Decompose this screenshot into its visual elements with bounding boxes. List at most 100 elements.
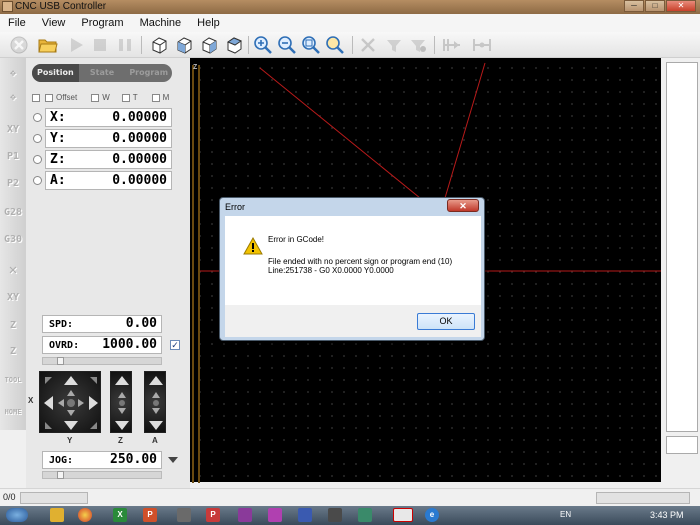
language-indicator[interactable]: EN (560, 510, 571, 519)
cube-view-1-icon[interactable] (149, 35, 169, 55)
offset-row: Offset W T M (32, 93, 182, 105)
rail-goto-xy[interactable]: XY (2, 120, 24, 140)
explorer-icon[interactable] (50, 508, 64, 522)
tool-3-icon[interactable] (408, 35, 428, 55)
program-list[interactable] (666, 62, 698, 432)
rail-zero-xy[interactable]: XY (2, 288, 24, 308)
rail-goto-p1[interactable]: P1 (2, 147, 24, 167)
axis-z-radio[interactable] (33, 155, 42, 164)
rail-goto-g30[interactable]: G30 (2, 230, 24, 250)
minimize-button[interactable]: ─ (624, 0, 644, 12)
offset-check-a[interactable] (32, 93, 43, 105)
menu-view[interactable]: View (34, 17, 74, 29)
rail-zero-z[interactable]: Z (2, 316, 24, 336)
menu-machine[interactable]: Machine (132, 17, 190, 29)
zoom-window-icon[interactable] (325, 35, 345, 55)
tool-1-icon[interactable] (358, 35, 378, 55)
jog-dropdown-icon[interactable] (168, 455, 178, 467)
tab-program[interactable]: Program (125, 64, 172, 82)
powerpoint-icon[interactable]: P (143, 508, 157, 522)
status-text: 0/0 (3, 492, 16, 502)
jog-slider[interactable] (42, 471, 162, 479)
toolbar-separator (248, 36, 249, 54)
jog-z-pad[interactable] (110, 371, 132, 433)
right-input[interactable] (666, 436, 698, 454)
tool-2-icon[interactable] (384, 35, 404, 55)
ovrd-checkbox[interactable]: ✓ (170, 340, 180, 350)
m-checkbox[interactable]: M (151, 93, 169, 105)
rail-arrows-icon[interactable]: ✥ (2, 64, 24, 84)
grid-2-icon[interactable] (472, 35, 492, 55)
menu-program[interactable]: Program (73, 17, 131, 29)
axis-z-display[interactable]: Z: 0.00000 (45, 150, 172, 169)
axis-x-label: X: (50, 110, 66, 125)
axis-x-display[interactable]: X: 0.00000 (45, 108, 172, 127)
app-icon (2, 1, 13, 12)
zoom-out-icon[interactable] (277, 35, 297, 55)
rail-goto-g28[interactable]: G28 (2, 203, 24, 223)
title-bar: CNC USB Controller ─ □ ✕ (0, 0, 700, 14)
pdf-icon[interactable]: P (206, 508, 220, 522)
axis-row-y: Y: 0.00000 (30, 129, 174, 149)
cube-view-2-icon[interactable] (174, 35, 194, 55)
jog-xy-arrows-icon (44, 376, 98, 430)
chrome-icon[interactable] (78, 508, 92, 522)
rail-home[interactable]: HOME (2, 402, 24, 422)
ie-icon[interactable]: e (425, 508, 439, 522)
zoom-fit-icon[interactable] (301, 35, 321, 55)
axis-a-display[interactable]: A: 0.00000 (45, 171, 172, 190)
error-dialog: Error ✕ Error in GCode! File ended with … (219, 197, 485, 341)
cube-view-4-icon[interactable] (224, 35, 244, 55)
stop-icon[interactable] (9, 35, 29, 55)
app-icon-generic[interactable] (177, 508, 191, 522)
t-checkbox[interactable]: T (121, 93, 138, 105)
axis-y-display[interactable]: Y: 0.00000 (45, 129, 172, 148)
grid-1-icon[interactable] (442, 35, 462, 55)
stop-square-icon[interactable] (90, 35, 110, 55)
excel-icon[interactable]: X (113, 508, 127, 522)
toolbar-separator (434, 36, 435, 54)
flower-icon[interactable] (268, 508, 282, 522)
ovrd-slider-knob[interactable] (57, 357, 64, 365)
dialog-close-button[interactable]: ✕ (447, 199, 479, 212)
media-icon[interactable] (238, 508, 252, 522)
ok-button[interactable]: OK (417, 313, 475, 330)
app-icon-dark[interactable] (328, 508, 342, 522)
rail-probe-z[interactable]: Z (2, 342, 24, 362)
menu-file[interactable]: File (0, 17, 34, 29)
axis-a-radio[interactable] (33, 176, 42, 185)
ovrd-label: OVRD: (49, 340, 80, 351)
axis-x-radio[interactable] (33, 113, 42, 122)
dialog-title: Error (225, 202, 245, 212)
start-button-icon[interactable] (6, 508, 28, 522)
panel-tabs: Position State Program (32, 64, 172, 82)
ovrd-slider[interactable] (42, 357, 162, 365)
jog-xy-pad[interactable] (39, 371, 101, 433)
close-button[interactable]: ✕ (666, 0, 696, 12)
rail-arrows-icon[interactable]: ✥ (2, 88, 24, 108)
play-icon[interactable] (66, 35, 86, 55)
app-icon-green[interactable] (358, 508, 372, 522)
tab-state[interactable]: State (79, 64, 126, 82)
axis-y-radio[interactable] (33, 134, 42, 143)
axis-row-x: X: 0.00000 (30, 108, 174, 128)
clock[interactable]: 3:43 PM (650, 510, 684, 520)
app-icon-blue[interactable] (298, 508, 312, 522)
control-panel: Position State Program Offset W T M X: 0.… (26, 58, 190, 488)
jog-slider-knob[interactable] (57, 471, 64, 479)
zoom-in-icon[interactable] (253, 35, 273, 55)
menu-help[interactable]: Help (189, 17, 228, 29)
pause-icon[interactable] (115, 35, 135, 55)
tab-position[interactable]: Position (32, 64, 79, 82)
cube-view-3-icon[interactable] (199, 35, 219, 55)
offset-checkbox[interactable]: Offset (45, 93, 77, 105)
w-checkbox[interactable]: W (91, 93, 110, 105)
maximize-button[interactable]: □ (645, 0, 665, 12)
jog-z-label: Z (118, 436, 123, 445)
rail-goto-p2[interactable]: P2 (2, 174, 24, 194)
jog-a-pad[interactable] (144, 371, 166, 433)
open-folder-icon[interactable] (38, 35, 58, 55)
rail-tool-change[interactable]: TOOL (2, 370, 24, 390)
cnc-app-icon[interactable] (393, 508, 413, 522)
rail-cross-icon[interactable]: ✕ (2, 260, 24, 280)
